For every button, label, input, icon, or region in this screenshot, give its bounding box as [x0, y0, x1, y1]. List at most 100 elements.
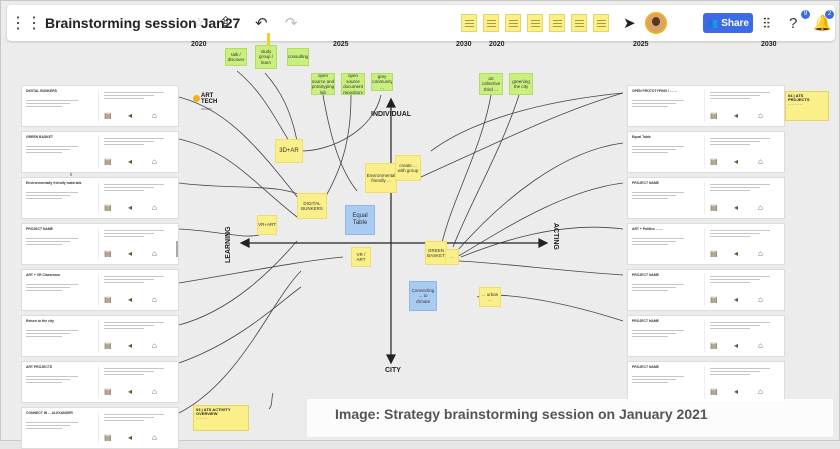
connector: [178, 228, 264, 237]
text-line: [26, 103, 70, 104]
document-card[interactable]: Environmentally friendly materials ▤ ◂ ⌂: [21, 177, 179, 219]
menu-icon[interactable]: ⋮⋮: [10, 5, 42, 41]
sticky-note[interactable]: greening the city: [509, 73, 533, 95]
text-line: [26, 238, 78, 239]
document-card[interactable]: ART PROJECTS ▤ ◂ ⌂: [21, 361, 179, 403]
book-icon: ▤: [710, 111, 718, 120]
card-title: PROJECT NAME: [632, 365, 659, 369]
help-icon[interactable]: ?: [789, 5, 797, 41]
document-card[interactable]: Equal Table ▤ ◂ ⌂: [627, 131, 785, 173]
book-icon: ▤: [104, 111, 112, 120]
help-badge: 9: [801, 10, 810, 19]
text-line: [632, 198, 668, 199]
text-line: [710, 138, 770, 139]
sticky-note[interactable]: DIGITAL BUNKERS: [297, 193, 327, 219]
sticky-note-thumbnail[interactable]: [571, 14, 587, 32]
connector: [178, 182, 314, 202]
board-title[interactable]: Brainstorming session Jan27: [45, 5, 240, 41]
text-line: [26, 241, 70, 242]
sticky-note[interactable]: study group / learn: [255, 45, 277, 69]
text-line: [632, 100, 684, 101]
sticky-note[interactable]: open source and prototyping lab: [311, 73, 335, 95]
document-card[interactable]: ART + Politics ... ... ▤ ◂ ⌂: [627, 223, 785, 265]
text-line: [26, 379, 70, 380]
sticky-note[interactable]: VR+ART: [257, 215, 277, 235]
text-line: [26, 336, 62, 337]
sticky-note[interactable]: VR / ART: [351, 247, 371, 267]
sticky-note[interactable]: talk / discover: [225, 48, 247, 66]
sticky-note-thumbnail[interactable]: [527, 14, 543, 32]
document-card[interactable]: PROJECT NAME ▤ ◂ ⌂: [627, 269, 785, 311]
document-card[interactable]: PROJECT NAME ▤ ◂ ⌂: [627, 177, 785, 219]
document-card[interactable]: PROJECT NAME ▤ ◂ ⌂: [21, 223, 179, 265]
settings-icon[interactable]: ⫶⫶: [763, 5, 770, 41]
text-line: [710, 236, 750, 237]
text-line: [104, 141, 154, 142]
document-card[interactable]: PROJECT NAME ▤ ◂ ⌂: [627, 361, 785, 403]
text-line: [632, 146, 684, 147]
cursor-icon[interactable]: ➤: [623, 5, 636, 41]
sticky-note[interactable]: Connecting ... to climate: [409, 281, 437, 311]
document-card[interactable]: Return to the city ▤ ◂ ⌂: [21, 315, 179, 357]
text-line: [710, 368, 770, 369]
caption-text: Image: Strategy brainstorming session on…: [335, 406, 708, 422]
sticky-note[interactable]: ...: [445, 249, 459, 265]
book-icon: ▤: [710, 249, 718, 258]
card-title: PROJECT NAME: [26, 227, 53, 231]
user-avatar[interactable]: [645, 12, 667, 34]
text-line: [104, 230, 164, 231]
text-line: [26, 425, 70, 426]
sticky-note[interactable]: GREEN BASKET: [425, 241, 447, 265]
document-card[interactable]: DIGITAL BUNKERS ▤ ◂ ⌂: [21, 85, 179, 127]
document-card[interactable]: ART + VR Classroom ▤ ◂ ⌂: [21, 269, 179, 311]
scroll-handle[interactable]: [176, 241, 178, 257]
year-label: 2020: [489, 41, 505, 48]
redo-icon[interactable]: ↷: [285, 5, 298, 41]
text-line: [26, 284, 78, 285]
sticky-note-thumbnail[interactable]: [549, 14, 565, 32]
sticky-note-thumbnail[interactable]: [483, 14, 499, 32]
card-title: Environmentally friendly materials: [26, 181, 82, 185]
bank-icon: ⌂: [758, 111, 763, 120]
annotation-note[interactable]: 04 | ATS PROJECTS ... ... ... ...: [785, 91, 829, 121]
document-card[interactable]: PROJECT NAME ▤ ◂ ⌂: [627, 315, 785, 357]
sticky-note[interactable]: art collective third ...: [479, 73, 503, 95]
star-icon[interactable]: ☆: [193, 5, 205, 41]
text-line: [632, 376, 684, 377]
undo-icon[interactable]: ↶: [255, 5, 268, 41]
sticky-note[interactable]: consulting: [287, 48, 309, 66]
text-line: [104, 233, 154, 234]
book-icon: ▤: [104, 157, 112, 166]
sticky-note[interactable]: 3D+AR: [275, 139, 303, 163]
text-line: [710, 374, 750, 375]
sticky-note[interactable]: Environmental friendly ...: [365, 163, 397, 193]
sticky-note[interactable]: ... urban ...: [479, 287, 501, 307]
book-icon: ▤: [710, 203, 718, 212]
sticky-note[interactable]: create ... with group: [395, 155, 421, 181]
document-card[interactable]: GREEN BASKET ▤ ◂ ⌂: [21, 131, 179, 173]
connector: [178, 286, 302, 364]
text-line: [710, 322, 770, 323]
sticky-note-thumbnail[interactable]: [505, 14, 521, 32]
card-title: Equal Table: [632, 135, 651, 139]
megaphone-icon: ◂: [128, 111, 133, 120]
megaphone-icon: ◂: [128, 341, 133, 350]
text-line: [26, 244, 62, 245]
text-line: [632, 238, 684, 239]
sticky-note[interactable]: open source document repository: [341, 73, 365, 95]
text-line: [710, 325, 760, 326]
sticky-note[interactable]: grey community ...: [371, 73, 393, 91]
sticky-note[interactable]: Equal Table: [345, 205, 375, 235]
miro-board[interactable]: ⋮⋮ Brainstorming session Jan27 ☆ ⇪ ↶ ↷ ➤…: [0, 0, 840, 449]
document-card[interactable]: OPEN PROTOTYPING / ... ... ▤ ◂ ⌂: [627, 85, 785, 127]
year-label: 2030: [456, 41, 472, 48]
text-line: [26, 146, 78, 147]
sticky-note-thumbnail[interactable]: [461, 14, 477, 32]
text-line: [26, 287, 70, 288]
upload-icon[interactable]: ⇪: [219, 5, 232, 41]
annotation-note[interactable]: 03 | ATS ACTIVITY OVERVIEW ... ... ...: [193, 405, 249, 431]
share-button[interactable]: 👥 Share: [703, 13, 753, 33]
document-card[interactable]: CONNECT IN ... ALEXANDER ▤ ◂ ⌂: [21, 407, 179, 449]
text-line: [710, 190, 750, 191]
sticky-note-thumbnail[interactable]: [593, 14, 609, 32]
